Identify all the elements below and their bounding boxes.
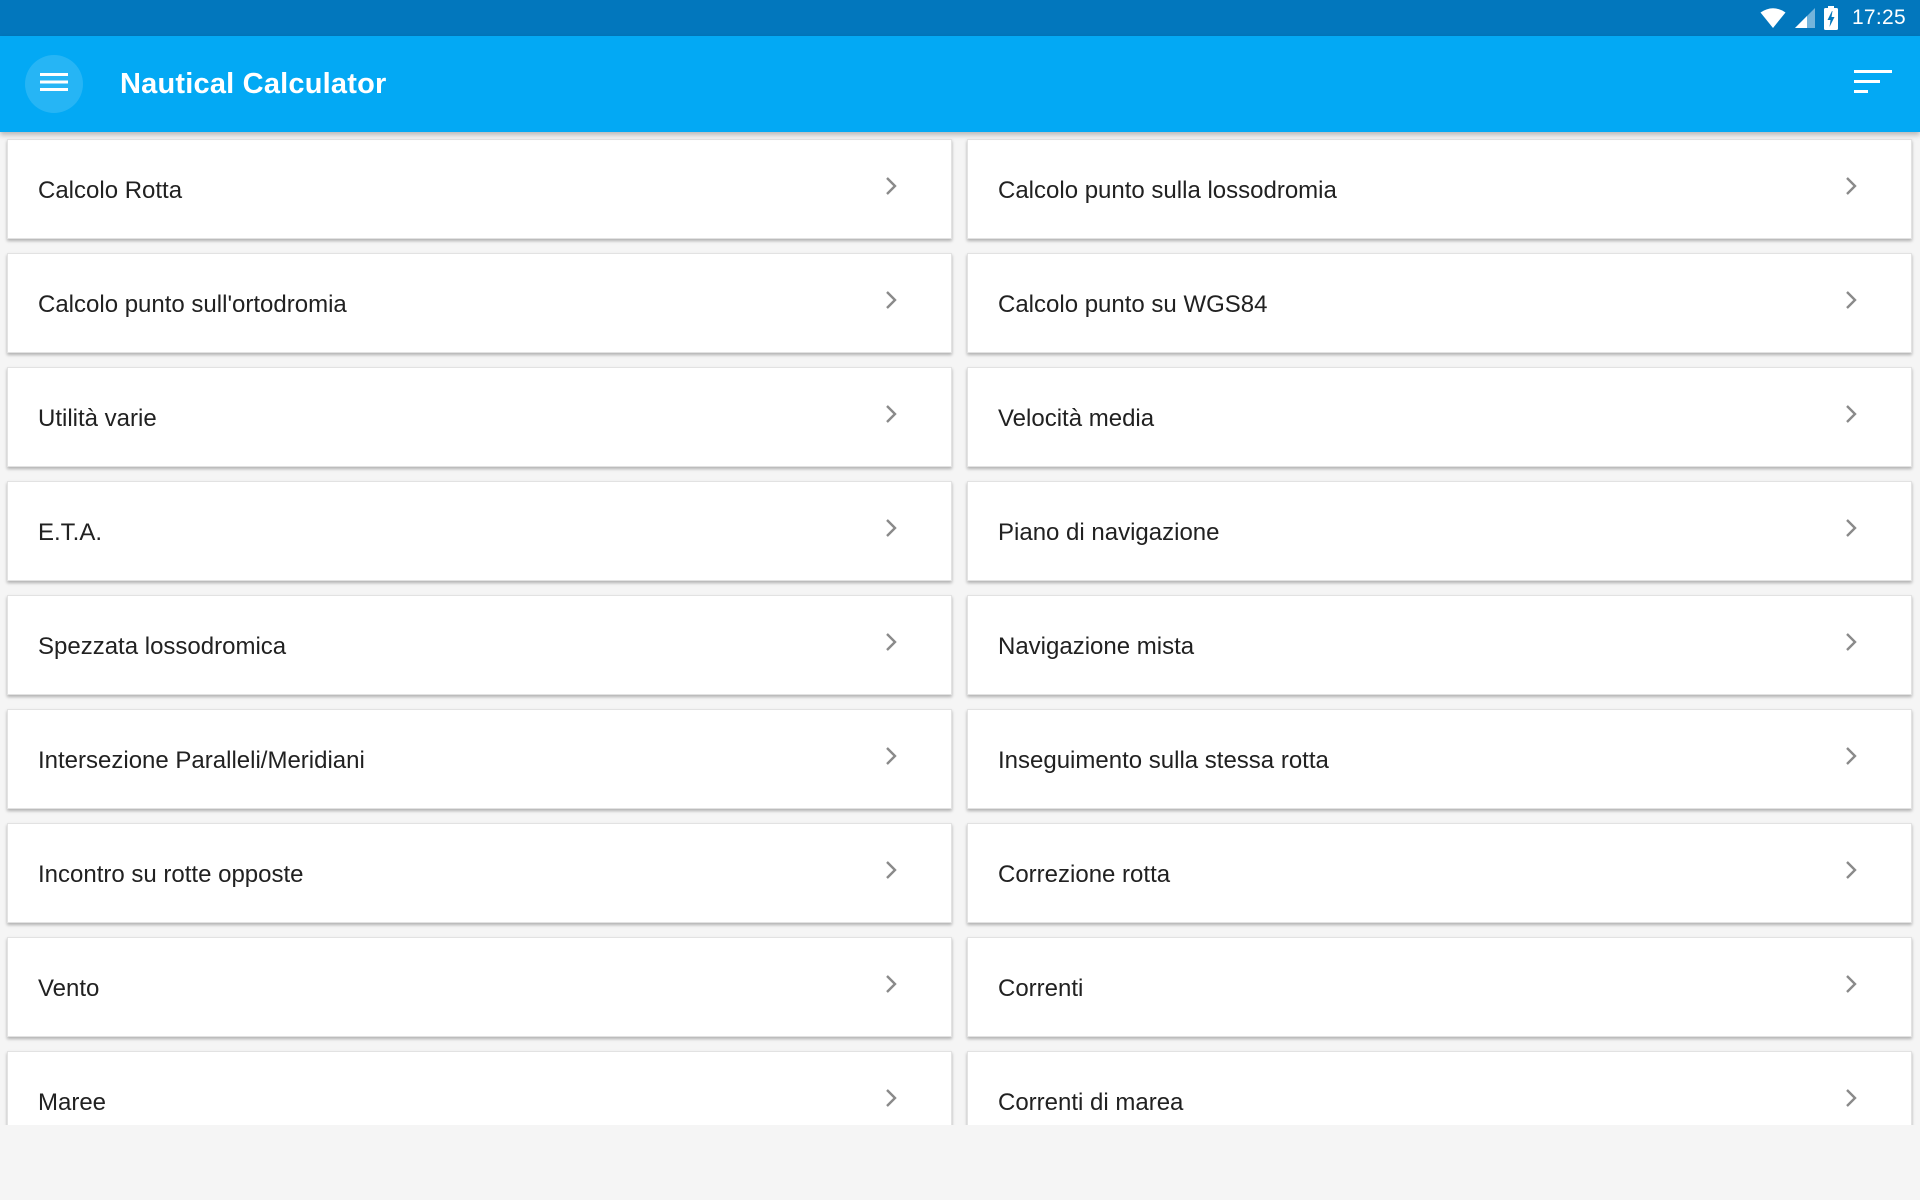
menu-item-label: Utilità varie — [38, 405, 157, 432]
menu-item-intersezione-paralleli-meridiani[interactable]: Intersezione Paralleli/Meridiani — [7, 709, 952, 809]
sort-button[interactable] — [1852, 63, 1894, 105]
chevron-right-icon — [881, 856, 901, 884]
menu-item-correnti-di-marea[interactable]: Correnti di marea — [967, 1051, 1912, 1125]
menu-item-vento[interactable]: Vento — [7, 937, 952, 1037]
menu-item-label: Calcolo punto sull'ortodromia — [38, 291, 347, 318]
menu-item-incontro-rotte-opposte[interactable]: Incontro su rotte opposte — [7, 823, 952, 923]
menu-item-label: Inseguimento sulla stessa rotta — [998, 747, 1329, 774]
menu-button[interactable] — [25, 55, 83, 113]
menu-item-label: Intersezione Paralleli/Meridiani — [38, 747, 365, 774]
menu-item-label: Piano di navigazione — [998, 519, 1220, 546]
app-bar: Nautical Calculator — [0, 36, 1920, 132]
chevron-right-icon — [1841, 514, 1861, 542]
menu-item-label: Correzione rotta — [998, 861, 1171, 888]
status-icons: 17:25 — [1760, 6, 1906, 30]
chevron-right-icon — [881, 172, 901, 200]
menu-item-correnti[interactable]: Correnti — [967, 937, 1912, 1037]
menu-item-spezzata-lossodromica[interactable]: Spezzata lossodromica — [7, 595, 952, 695]
menu-item-label: Maree — [38, 1089, 107, 1116]
menu-item-calcolo-punto-ortodromia[interactable]: Calcolo punto sull'ortodromia — [7, 253, 952, 353]
status-bar: 17:25 — [0, 0, 1920, 36]
menu-item-calcolo-punto-lossodromia[interactable]: Calcolo punto sulla lossodromia — [967, 139, 1912, 239]
chevron-right-icon — [881, 742, 901, 770]
menu-item-label: Calcolo punto su WGS84 — [998, 291, 1268, 318]
menu-item-inseguimento-stessa-rotta[interactable]: Inseguimento sulla stessa rotta — [967, 709, 1912, 809]
menu-item-label: Correnti di marea — [998, 1089, 1184, 1116]
status-time: 17:25 — [1851, 6, 1906, 29]
menu-grid: Calcolo Rotta Calcolo punto sulla lossod… — [0, 132, 1920, 1125]
chevron-right-icon — [881, 628, 901, 656]
menu-item-velocita-media[interactable]: Velocità media — [967, 367, 1912, 467]
menu-item-calcolo-rotta[interactable]: Calcolo Rotta — [7, 139, 952, 239]
menu-item-label: Correnti — [998, 975, 1084, 1002]
calculator-menu: Calcolo Rotta Calcolo punto sulla lossod… — [0, 132, 1920, 1125]
chevron-right-icon — [1841, 628, 1861, 656]
menu-item-piano-di-navigazione[interactable]: Piano di navigazione — [967, 481, 1912, 581]
battery-charging-icon — [1823, 6, 1838, 30]
menu-item-calcolo-punto-wgs84[interactable]: Calcolo punto su WGS84 — [967, 253, 1912, 353]
menu-item-utilita-varie[interactable]: Utilità varie — [7, 367, 952, 467]
menu-item-label: Vento — [38, 975, 100, 1002]
cell-signal-icon — [1794, 7, 1816, 29]
page-title: Nautical Calculator — [120, 67, 387, 100]
menu-item-label: Spezzata lossodromica — [38, 633, 287, 660]
bottom-area — [0, 1125, 1920, 1200]
chevron-right-icon — [1841, 970, 1861, 998]
chevron-right-icon — [1841, 286, 1861, 314]
sort-icon — [1854, 68, 1892, 101]
chevron-right-icon — [1841, 400, 1861, 428]
chevron-right-icon — [1841, 1084, 1861, 1112]
chevron-right-icon — [1841, 172, 1861, 200]
menu-item-label: Velocità media — [998, 405, 1155, 432]
chevron-right-icon — [1841, 856, 1861, 884]
hamburger-menu-icon — [40, 72, 68, 97]
menu-item-label: E.T.A. — [38, 519, 103, 546]
chevron-right-icon — [881, 514, 901, 542]
menu-item-label: Calcolo Rotta — [38, 177, 183, 204]
chevron-right-icon — [881, 1084, 901, 1112]
menu-item-label: Incontro su rotte opposte — [38, 861, 304, 888]
menu-item-eta[interactable]: E.T.A. — [7, 481, 952, 581]
chevron-right-icon — [881, 286, 901, 314]
menu-item-navigazione-mista[interactable]: Navigazione mista — [967, 595, 1912, 695]
menu-item-label: Calcolo punto sulla lossodromia — [998, 177, 1337, 204]
chevron-right-icon — [881, 400, 901, 428]
wifi-icon — [1760, 7, 1786, 29]
menu-item-correzione-rotta[interactable]: Correzione rotta — [967, 823, 1912, 923]
menu-item-label: Navigazione mista — [998, 633, 1195, 660]
menu-item-maree[interactable]: Maree — [7, 1051, 952, 1125]
chevron-right-icon — [1841, 742, 1861, 770]
chevron-right-icon — [881, 970, 901, 998]
